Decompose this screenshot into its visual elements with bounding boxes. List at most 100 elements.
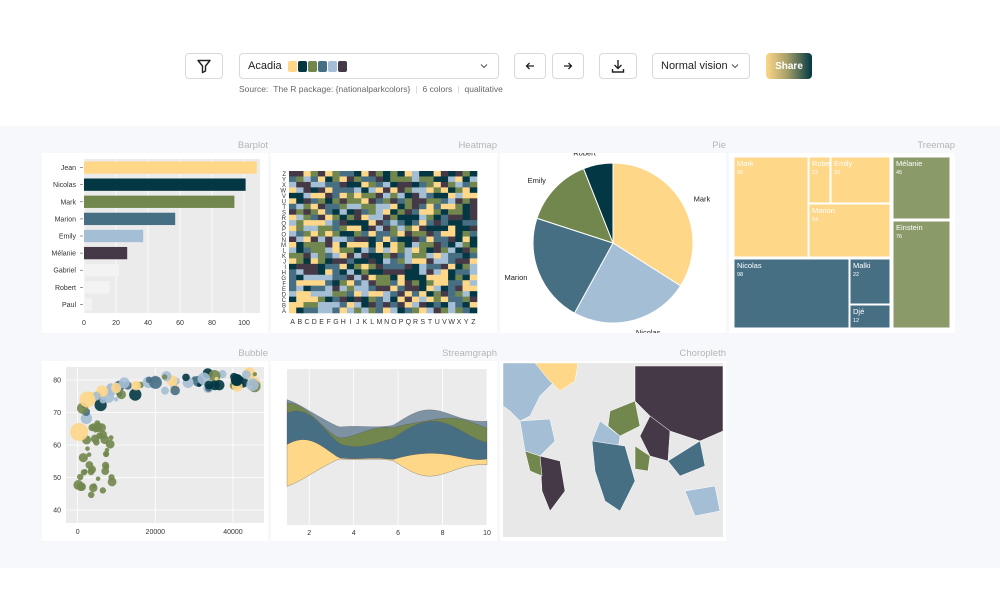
heatmap-cell [339, 247, 348, 254]
heatmap-cell [440, 296, 449, 303]
y-tick-label: L [283, 249, 287, 255]
vision-select[interactable]: Normal vision [652, 53, 750, 79]
download-icon [611, 60, 625, 73]
source-link[interactable]: The R package: {nationalparkcolors} [273, 84, 410, 94]
heatmap-cell [325, 181, 333, 188]
heatmap-cell [404, 209, 413, 215]
heatmap-cell [404, 296, 413, 303]
heatmap-cell [361, 220, 369, 226]
heatmap-cell [411, 291, 420, 297]
y-tick-label: 40 [53, 508, 61, 515]
heatmap-cell [397, 171, 405, 177]
palette-type: qualitative [464, 84, 503, 94]
heatmap-cell [317, 225, 326, 232]
heatmap-cell [346, 181, 355, 188]
bubble-point [162, 374, 168, 380]
next-palette-button[interactable] [552, 53, 584, 79]
heatmap-cell [448, 176, 456, 183]
heatmap-cell [325, 291, 333, 297]
heatmap-cell [462, 176, 471, 183]
heatmap-cell [383, 285, 391, 292]
x-tick-label: O [391, 319, 397, 326]
heatmap-cell [375, 209, 384, 215]
heatmap-cell [346, 274, 355, 281]
heatmap-cell [383, 302, 391, 308]
heatmap-cell [354, 242, 362, 248]
heatmap-cell [426, 285, 434, 292]
heatmap-cell [390, 280, 398, 286]
heatmap-cell [397, 258, 405, 265]
heatmap-cell [383, 296, 391, 303]
heatmap-cell [440, 209, 449, 215]
heatmap-cell [448, 187, 456, 194]
bubble-point [91, 483, 97, 489]
heatmap-cell [375, 285, 384, 292]
heatmap-cell [368, 263, 377, 270]
heatmap-cell [462, 252, 471, 259]
treemap-label: Djé [853, 307, 864, 316]
heatmap-cell [440, 181, 449, 188]
heatmap-cell [426, 302, 434, 308]
heatmap-cell [325, 252, 333, 259]
heatmap-cell [448, 192, 456, 199]
bar [84, 281, 110, 294]
heatmap-cell [448, 263, 456, 270]
bubble-point [99, 487, 107, 494]
heatmap-cell [296, 203, 304, 210]
heatmap-cell [289, 247, 297, 254]
palette-name: Acadia [248, 60, 282, 72]
heatmap-cell [325, 214, 333, 221]
heatmap-cell [469, 285, 478, 292]
heatmap-cell [469, 220, 478, 226]
heatmap-cell [361, 231, 369, 237]
heatmap-cell [332, 209, 340, 215]
heatmap-cell [339, 181, 348, 188]
filter-button[interactable] [185, 53, 223, 79]
heatmap-cell [404, 285, 413, 292]
palette-select[interactable]: Acadia [239, 53, 499, 79]
heatmap-cell [448, 209, 456, 215]
heatmap-cell [404, 203, 413, 210]
heatmap-cell [433, 176, 442, 183]
heatmap-cell [317, 285, 326, 292]
chevron-down-icon [480, 64, 488, 69]
heatmap-cell [296, 247, 304, 254]
heatmap-cell [433, 187, 442, 194]
heatmap-cell [455, 181, 463, 188]
heatmap-cell [440, 307, 449, 314]
heatmap-cell [289, 252, 297, 259]
heatmap-cell [354, 187, 362, 194]
previous-palette-button[interactable] [514, 53, 546, 79]
heatmap-cell [317, 171, 326, 177]
heatmap-cell [397, 176, 405, 183]
bubble-point [145, 376, 153, 384]
heatmap-cell [383, 203, 391, 210]
download-button[interactable] [599, 53, 637, 79]
heatmap-cell [296, 269, 304, 276]
heatmap-cell [390, 198, 398, 205]
heatmap-cell [361, 242, 369, 248]
heatmap-cell [368, 291, 377, 297]
y-tick-label: Nicolas [53, 182, 76, 189]
heatmap-cell [440, 236, 449, 243]
heatmap-cell [383, 307, 391, 314]
y-tick-label: 80 [53, 378, 61, 385]
heatmap-cell [433, 225, 442, 232]
heatmap-cell [317, 302, 326, 308]
heatmap-cell [390, 291, 398, 297]
heatmap-cell [390, 258, 398, 265]
heatmap-cell [469, 258, 478, 265]
heatmap-cell [303, 291, 311, 297]
heatmap-cell [332, 274, 340, 281]
share-button[interactable]: Share [766, 53, 812, 79]
heatmap-cell [325, 171, 333, 177]
heatmap-cell [310, 274, 319, 281]
heatmap-cell [426, 181, 434, 188]
x-tick-label: V [442, 319, 447, 326]
heatmap-cell [448, 214, 456, 221]
y-tick-label: U [282, 200, 286, 206]
heatmap-cell [375, 252, 384, 259]
y-tick-label: C [282, 298, 287, 304]
heatmap-cell [397, 291, 405, 297]
heatmap-cell [419, 171, 427, 177]
